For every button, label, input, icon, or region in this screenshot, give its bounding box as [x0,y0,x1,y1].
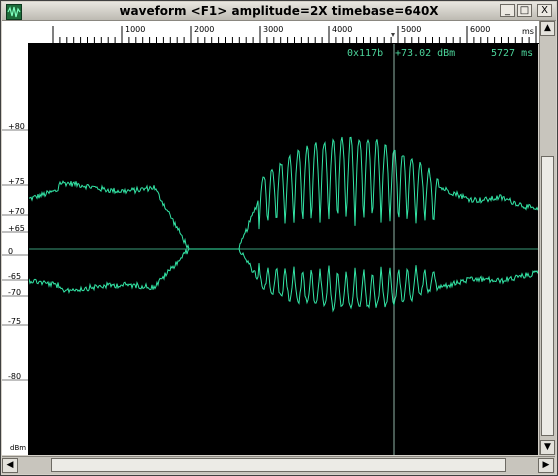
horizontal-scrollbar[interactable]: ◀ ▶ [2,456,555,474]
window-title: waveform <F1> amplitude=2X timebase=640X [119,4,439,18]
time-tick-label: 6000 [470,25,490,34]
amplitude-ruler: +80 +75 +70 +65 0 -65 -70 -75 -80 dBm [2,43,29,455]
waveform-upper-trace [29,136,538,250]
amplitude-tick-label: -65 [8,272,21,281]
time-tick-label: 2000 [194,25,214,34]
ruler-corner [2,21,28,43]
horizontal-scroll-thumb[interactable] [51,458,506,472]
scroll-left-arrow-icon[interactable]: ◀ [2,458,18,473]
readout-sample: 0x117b [347,48,384,59]
amplitude-tick-label: +65 [8,224,25,233]
scroll-down-arrow-icon[interactable]: ▼ [540,440,555,455]
waveform-window: waveform <F1> amplitude=2X timebase=640X… [0,0,558,476]
scroll-up-arrow-icon[interactable]: ▲ [540,21,555,36]
readout-time: 5727 ms [491,48,534,59]
time-tick-label: 3000 [263,25,283,34]
waveform-lower-trace [29,248,538,313]
close-button[interactable]: X [537,4,552,17]
amplitude-unit-label: dBm [10,444,26,452]
cursor-marker-icon [391,33,395,37]
amplitude-tick-label: -80 [8,372,21,381]
time-ruler-ticks: 1000200030004000500060007000 ms [52,25,558,43]
maximize-button[interactable]: □ [517,4,532,17]
amplitude-tick-label: +80 [8,122,25,131]
amplitude-tick-label: +75 [8,177,25,186]
waveform-canvas [29,44,538,455]
amplitude-tick-label: -75 [8,317,21,326]
waveform-plot[interactable]: 0x117b +73.02 dBm 5727 ms [29,44,538,455]
time-ruler[interactable]: 1000200030004000500060007000 ms [28,21,558,44]
time-tick-label: 4000 [332,25,352,34]
vertical-scroll-thumb[interactable] [541,156,554,436]
scroll-right-arrow-icon[interactable]: ▶ [538,458,554,473]
title-bar[interactable]: waveform <F1> amplitude=2X timebase=640X… [2,2,556,21]
time-tick-label: 1000 [125,25,145,34]
readout-level: +73.02 dBm [395,48,456,59]
amplitude-tick-label: +70 [8,207,25,216]
amplitude-tick-label: 0 [8,247,13,256]
amplitude-tick-label: -70 [8,288,21,297]
minimize-button[interactable]: _ [500,4,515,17]
amplitude-ruler-ticks: +80 +75 +70 +65 0 -65 -70 -75 -80 dBm [2,122,28,452]
time-unit-label: ms [522,27,534,36]
time-tick-label: 5000 [401,25,421,34]
vertical-scrollbar[interactable]: ▲ ▼ [539,21,556,455]
